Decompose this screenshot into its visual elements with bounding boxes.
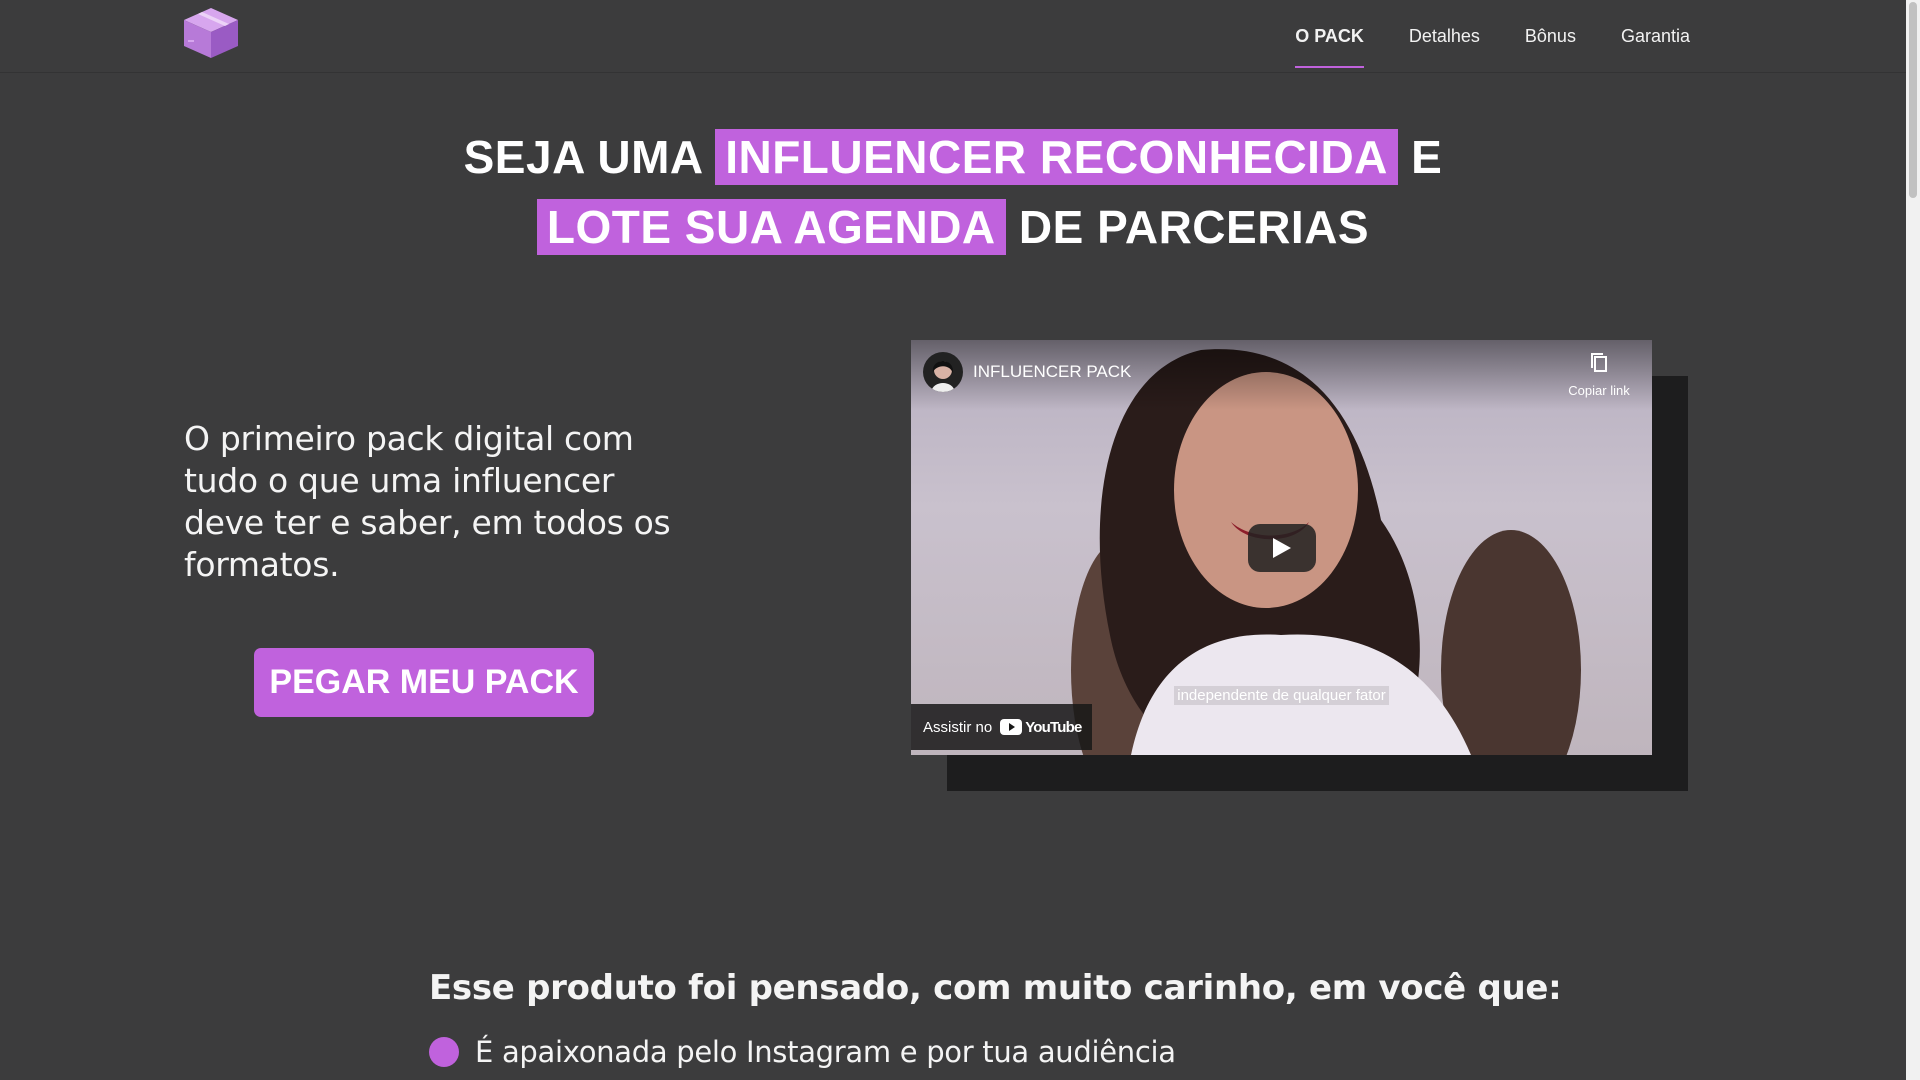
hero-line1-post: E — [1411, 131, 1443, 183]
main-nav: O PACK Detalhes Bônus Garantia — [1295, 0, 1690, 73]
hero-line-1: SEJA UMA INFLUENCER RECONHECIDA E — [0, 122, 1906, 192]
copy-icon — [1591, 353, 1607, 372]
page-scrollbar[interactable] — [1906, 0, 1920, 1080]
youtube-wordmark: YouTube — [1025, 718, 1082, 736]
nav-item-o-pack[interactable]: O PACK — [1295, 0, 1364, 73]
nav-item-detalhes[interactable]: Detalhes — [1409, 0, 1480, 73]
watch-on-youtube-button[interactable]: Assistir no YouTube — [911, 704, 1092, 750]
video-title[interactable]: INFLUENCER PACK — [973, 362, 1131, 382]
youtube-logo: YouTube — [1000, 718, 1082, 736]
youtube-play-icon — [1000, 719, 1023, 735]
box-logo-icon[interactable] — [182, 6, 240, 60]
nav-item-garantia[interactable]: Garantia — [1621, 0, 1690, 73]
hero-title: SEJA UMA INFLUENCER RECONHECIDA E LOTE S… — [0, 122, 1906, 262]
bullet-text: É apaixonada pelo Instagram e por tua au… — [475, 1035, 1176, 1069]
play-button[interactable] — [1248, 524, 1316, 572]
bullet-dot-icon — [429, 1037, 459, 1067]
hero-line2-post: DE PARCERIAS — [1018, 201, 1370, 253]
list-item: É apaixonada pelo Instagram e por tua au… — [429, 1035, 1176, 1069]
video-caption: independente de qualquer fator — [911, 686, 1652, 705]
hero-line1-pre: SEJA UMA — [463, 131, 702, 183]
watch-on-label: Assistir no — [923, 718, 993, 736]
section-heading: Esse produto foi pensado, com muito cari… — [429, 968, 1562, 1008]
nav-item-bonus[interactable]: Bônus — [1525, 0, 1576, 73]
hero-line-2: LOTE SUA AGENDA DE PARCERIAS — [0, 192, 1906, 262]
hero-line2-highlight: LOTE SUA AGENDA — [536, 199, 1006, 255]
video-caption-text: independente de qualquer fator — [1174, 686, 1389, 705]
youtube-video-embed[interactable]: INFLUENCER PACK Copiar link independente… — [911, 340, 1652, 755]
site-header: O PACK Detalhes Bônus Garantia — [0, 0, 1906, 73]
scrollbar-thumb[interactable] — [1909, 2, 1917, 198]
lead-text: O primeiro pack digital com tudo o que u… — [184, 419, 671, 584]
hero-line1-highlight: INFLUENCER RECONHECIDA — [715, 129, 1398, 185]
play-icon — [1273, 538, 1291, 558]
copy-link-button[interactable]: Copiar link — [1564, 352, 1634, 398]
pegar-meu-pack-button[interactable]: PEGAR MEU PACK — [254, 648, 594, 717]
channel-avatar[interactable] — [923, 352, 963, 392]
copy-link-label: Copiar link — [1568, 383, 1630, 398]
